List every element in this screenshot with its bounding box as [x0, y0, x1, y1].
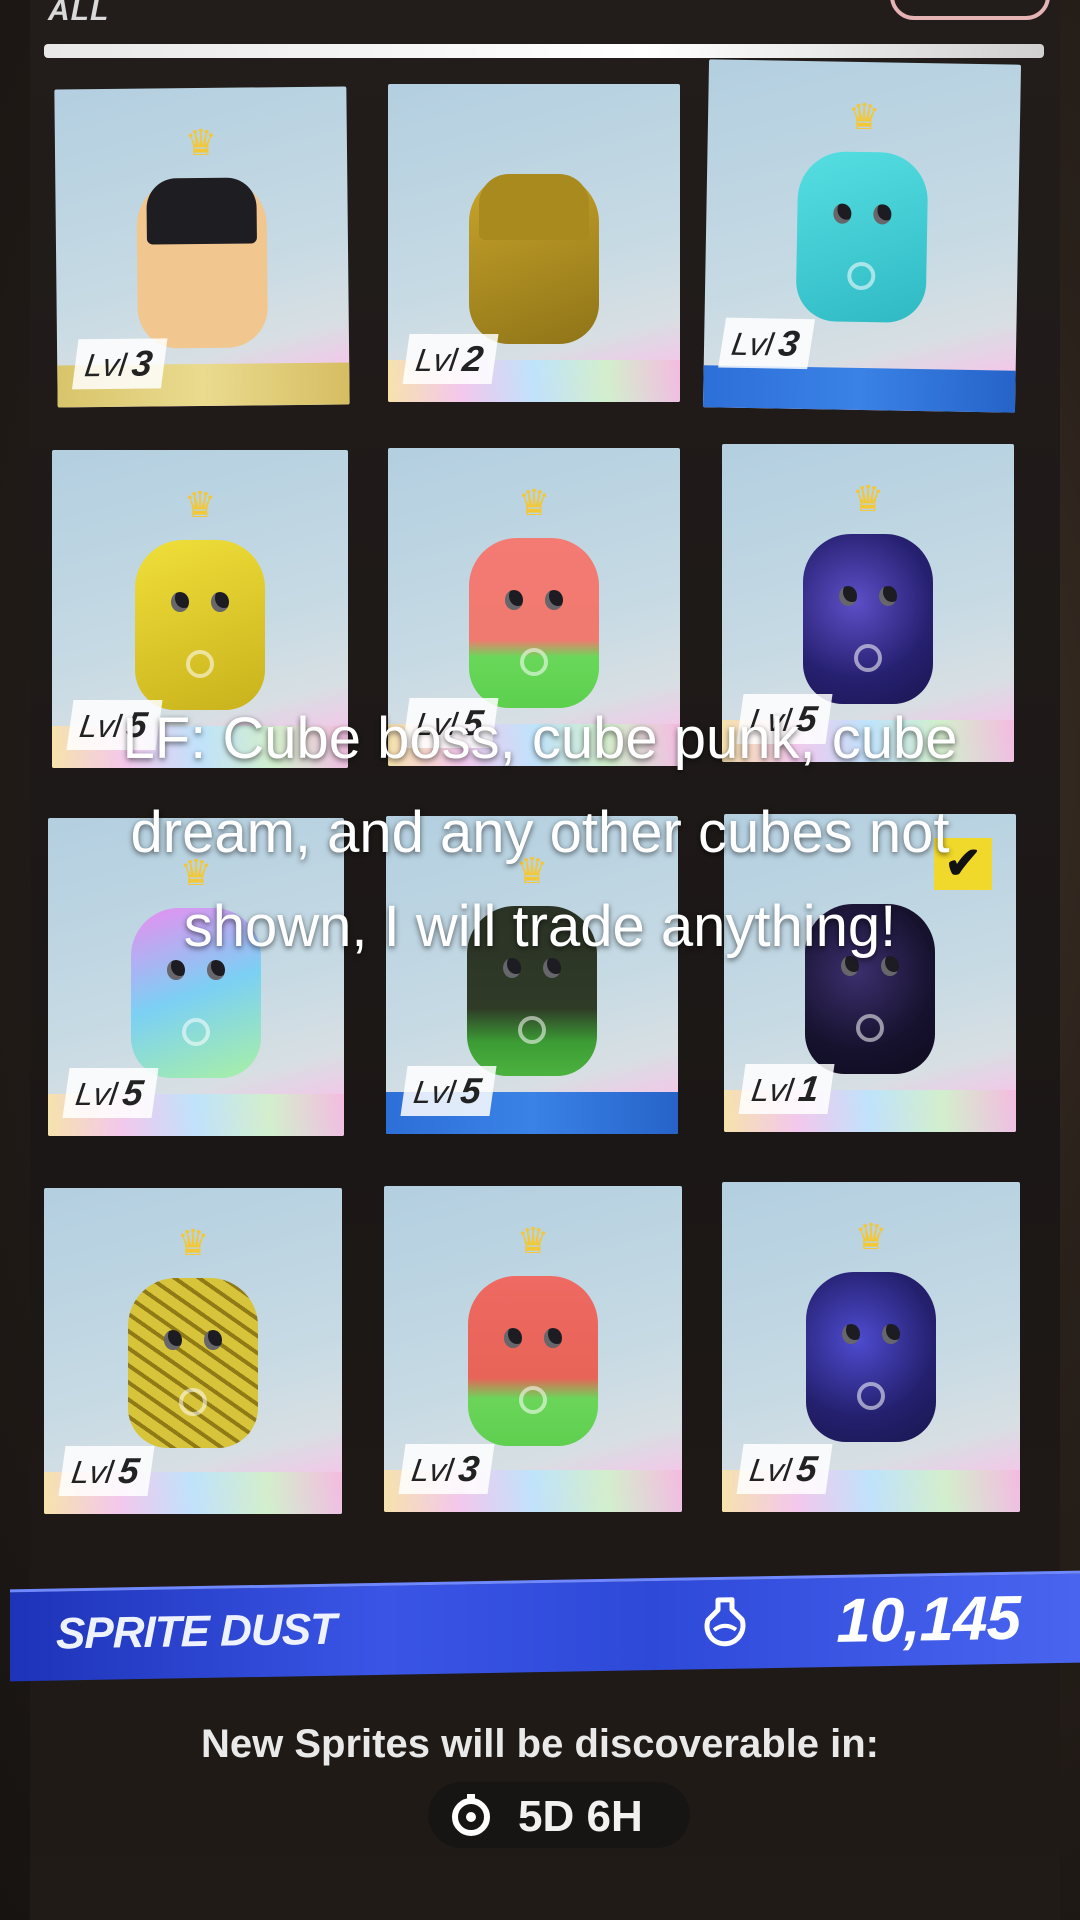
sprite-figure [469, 538, 599, 708]
timer-value: 5D 6H [518, 1792, 643, 1841]
potion-icon [704, 1597, 746, 1647]
sprite-card[interactable]: ♛ Lvl2 [388, 84, 680, 402]
sprite-figure [469, 174, 599, 344]
sprite-eyes [165, 592, 235, 612]
sprite-dust-label: SPRITE DUST [56, 1604, 336, 1659]
sprite-belly [186, 650, 214, 678]
sprite-dust-value: 10,145 [836, 1583, 1020, 1656]
sprite-belly [856, 1014, 884, 1042]
crown-icon: ♛ [851, 478, 885, 519]
crown-icon: ♛ [184, 121, 218, 164]
sprite-card[interactable]: ♛ Lvl3 [54, 86, 350, 408]
sprite-dust-bar: SPRITE DUST 10,145 [10, 1570, 1080, 1682]
crown-icon: ♛ [847, 95, 881, 138]
sprite-eyes [498, 1328, 568, 1348]
level-badge: Lvl3 [398, 1444, 495, 1494]
card-rarity-strip [702, 365, 1016, 413]
sprite-belly [520, 648, 548, 676]
sprite-belly [854, 644, 882, 672]
level-badge: Lvl2 [402, 334, 499, 384]
sprite-figure [468, 1276, 598, 1446]
level-badge: Lvl3 [718, 317, 815, 370]
level-badge: Lvl5 [400, 1066, 497, 1116]
sprite-figure [135, 540, 265, 710]
crown-icon: ♛ [183, 484, 217, 525]
sprite-eyes [158, 1330, 228, 1350]
sprite-card[interactable]: ♛ Lvl5 [44, 1188, 342, 1514]
sprite-figure [795, 150, 929, 324]
sprite-figure [806, 1272, 936, 1442]
level-badge: Lvl3 [71, 338, 168, 390]
bat-mask-icon [146, 177, 257, 245]
sprite-eyes [827, 203, 897, 224]
crown-icon: ♛ [854, 1216, 888, 1257]
sprite-belly [519, 1386, 547, 1414]
level-badge: Lvl5 [58, 1446, 155, 1496]
sprite-eyes [499, 590, 569, 610]
discovery-text: New Sprites will be discoverable in: [201, 1722, 879, 1766]
sprite-card[interactable]: ♛ Lvl5 [722, 1182, 1020, 1512]
sprite-belly [179, 1388, 207, 1416]
level-badge: Lvl5 [736, 1444, 833, 1494]
level-badge: Lvl1 [738, 1064, 835, 1114]
level-badge: Lvl5 [62, 1068, 159, 1118]
timer-icon [452, 1794, 490, 1836]
overlay-caption: LF: Cube boss, cube punk, cube dream, an… [122, 706, 958, 959]
sprite-figure [128, 1278, 258, 1448]
sprite-eyes [833, 586, 903, 606]
discovery-timer: 5D 6H [428, 1782, 690, 1848]
crown-icon: ♛ [516, 1220, 550, 1261]
sprite-belly [847, 261, 876, 291]
sprite-belly [182, 1018, 210, 1046]
sprite-belly [857, 1382, 885, 1410]
sprite-eyes [836, 1324, 906, 1344]
sprite-figure [136, 177, 269, 349]
sprite-card[interactable]: ♛ Lvl3 [702, 59, 1022, 413]
crown-icon: ♛ [176, 1222, 210, 1263]
crown-icon: ♛ [517, 482, 551, 523]
sprite-belly [518, 1016, 546, 1044]
sprite-card[interactable]: ♛ Lvl3 [384, 1186, 682, 1512]
bat-mask-icon [479, 174, 589, 240]
sprite-figure [803, 534, 933, 704]
